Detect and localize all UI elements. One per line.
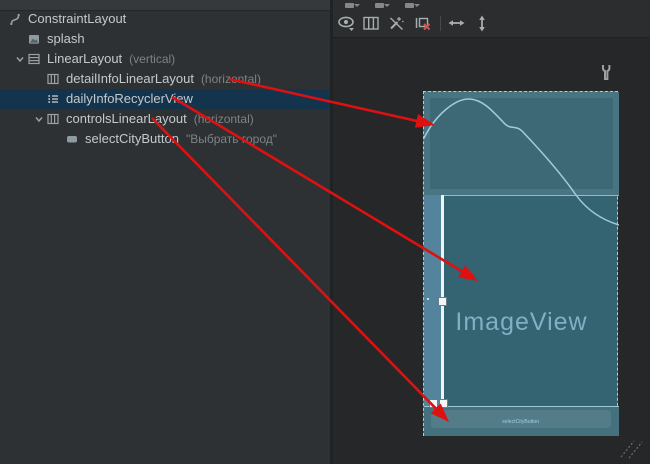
tree-item-linearlayout[interactable]: LinearLayout (vertical) xyxy=(0,49,330,69)
expand-horizontal-icon[interactable] xyxy=(447,14,466,33)
tree-item-label: ConstraintLayout xyxy=(28,9,126,29)
tree-item-detailinfolinearlayout[interactable]: detailInfoLinearLayout (horizontal) xyxy=(0,69,330,89)
tree-item-label: detailInfoLinearLayout xyxy=(66,69,194,89)
wrench-icon[interactable] xyxy=(598,63,614,83)
column-guides-icon[interactable] xyxy=(362,14,381,33)
selection-handle-bottom-left[interactable] xyxy=(429,399,438,408)
autoconnect-off-icon[interactable] xyxy=(387,14,406,33)
tree-item-label: selectCityButton xyxy=(85,129,179,149)
linear-layout-vertical-icon xyxy=(27,52,41,66)
recycler-view-list-icon xyxy=(46,92,60,106)
canvas-resize-handle[interactable] xyxy=(619,437,645,459)
toolbar-overflow-icon[interactable] xyxy=(405,3,414,8)
tree-item-label: splash xyxy=(47,29,85,49)
component-tree: ConstraintLayout splash LinearLayout (ve… xyxy=(0,9,330,149)
tree-item-selectcitybutton[interactable]: selectCityButton "Выбрать город" xyxy=(0,129,330,149)
tree-item-annotation: "Выбрать город" xyxy=(186,129,277,149)
view-options-icon[interactable] xyxy=(337,14,356,33)
component-tree-panel: ConstraintLayout splash LinearLayout (ve… xyxy=(0,0,330,464)
image-icon xyxy=(27,32,41,46)
design-surface-toolbar xyxy=(333,10,650,38)
linear-layout-horizontal-icon xyxy=(46,112,60,126)
constraint-layout-icon xyxy=(8,12,22,26)
selection-handle-mid-left[interactable] xyxy=(438,297,447,306)
tree-item-label: dailyInfoRecyclerView xyxy=(66,89,193,109)
design-surface-panel: ImageView selectCityButton xyxy=(333,0,650,464)
toolbar-separator xyxy=(440,16,441,31)
button-icon xyxy=(65,132,79,146)
expand-vertical-icon[interactable] xyxy=(473,14,492,33)
select-city-button-preview-label: selectCityButton xyxy=(503,414,540,429)
tree-item-dailyinforecyclerview[interactable]: dailyInfoRecyclerView xyxy=(0,89,330,109)
clear-all-constraints-icon[interactable] xyxy=(413,14,432,33)
tree-item-label: controlsLinearLayout xyxy=(66,109,187,129)
select-city-button-preview[interactable]: selectCityButton xyxy=(431,410,611,428)
tree-item-label: LinearLayout xyxy=(47,49,122,69)
imageview-placeholder-label: ImageView xyxy=(424,308,619,337)
selection-handle-bottom[interactable] xyxy=(439,399,448,408)
tree-item-annotation: (horizontal) xyxy=(201,69,261,89)
splash-imageview-preview[interactable] xyxy=(424,92,619,196)
tree-item-splash[interactable]: splash xyxy=(0,29,330,49)
chevron-down-icon[interactable] xyxy=(32,112,46,126)
linear-layout-horizontal-icon xyxy=(46,72,60,86)
selection-anchor-dot xyxy=(427,298,429,300)
device-preview[interactable]: ImageView selectCityButton xyxy=(423,91,618,436)
tree-item-controlslinearlayout[interactable]: controlsLinearLayout (horizontal) xyxy=(0,109,330,129)
tree-item-constraintlayout[interactable]: ConstraintLayout xyxy=(0,9,330,29)
toolbar-overflow-icon[interactable] xyxy=(375,3,384,8)
toolbar-overflow-icon[interactable] xyxy=(345,3,354,8)
chevron-down-icon[interactable] xyxy=(13,52,27,66)
tree-item-annotation: (horizontal) xyxy=(194,109,254,129)
controls-bar-preview[interactable]: selectCityButton xyxy=(424,406,619,436)
layout-editor-window: ConstraintLayout splash LinearLayout (ve… xyxy=(0,0,650,464)
tree-item-annotation: (vertical) xyxy=(129,49,175,69)
